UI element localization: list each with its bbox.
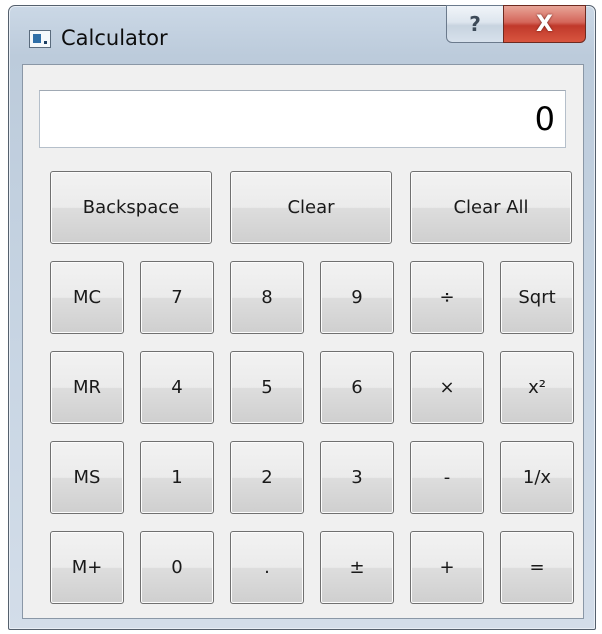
result-display: 0 [39, 90, 566, 148]
digit-3-button[interactable]: 3 [320, 441, 394, 514]
clear-button[interactable]: Clear [230, 171, 392, 244]
memory-add-button[interactable]: M+ [50, 531, 124, 604]
close-button[interactable]: X [503, 5, 586, 43]
digit-5-button[interactable]: 5 [230, 351, 304, 424]
digit-4-button[interactable]: 4 [140, 351, 214, 424]
clear-all-button[interactable]: Clear All [410, 171, 572, 244]
decimal-point-button[interactable]: . [230, 531, 304, 604]
help-button[interactable]: ? [446, 5, 504, 43]
backspace-button[interactable]: Backspace [50, 171, 212, 244]
square-button[interactable]: x² [500, 351, 574, 424]
calculator-window: Calculator ? X 0 Backspace Clear Clear A… [8, 5, 596, 630]
calculator-body: 0 Backspace Clear Clear All MC 7 8 9 ÷ S… [22, 64, 584, 619]
divide-button[interactable]: ÷ [410, 261, 484, 334]
sqrt-button[interactable]: Sqrt [500, 261, 574, 334]
digit-2-button[interactable]: 2 [230, 441, 304, 514]
memory-store-button[interactable]: MS [50, 441, 124, 514]
digit-9-button[interactable]: 9 [320, 261, 394, 334]
memory-recall-button[interactable]: MR [50, 351, 124, 424]
memory-clear-button[interactable]: MC [50, 261, 124, 334]
digit-0-button[interactable]: 0 [140, 531, 214, 604]
add-button[interactable]: + [410, 531, 484, 604]
equals-button[interactable]: = [500, 531, 574, 604]
digit-1-button[interactable]: 1 [140, 441, 214, 514]
digit-8-button[interactable]: 8 [230, 261, 304, 334]
title-bar[interactable]: Calculator ? X [9, 5, 595, 64]
multiply-button[interactable]: × [410, 351, 484, 424]
plus-minus-button[interactable]: ± [320, 531, 394, 604]
subtract-button[interactable]: - [410, 441, 484, 514]
digit-6-button[interactable]: 6 [320, 351, 394, 424]
digit-7-button[interactable]: 7 [140, 261, 214, 334]
reciprocal-button[interactable]: 1/x [500, 441, 574, 514]
window-title: Calculator [61, 26, 168, 50]
calculator-app-icon [29, 30, 51, 48]
